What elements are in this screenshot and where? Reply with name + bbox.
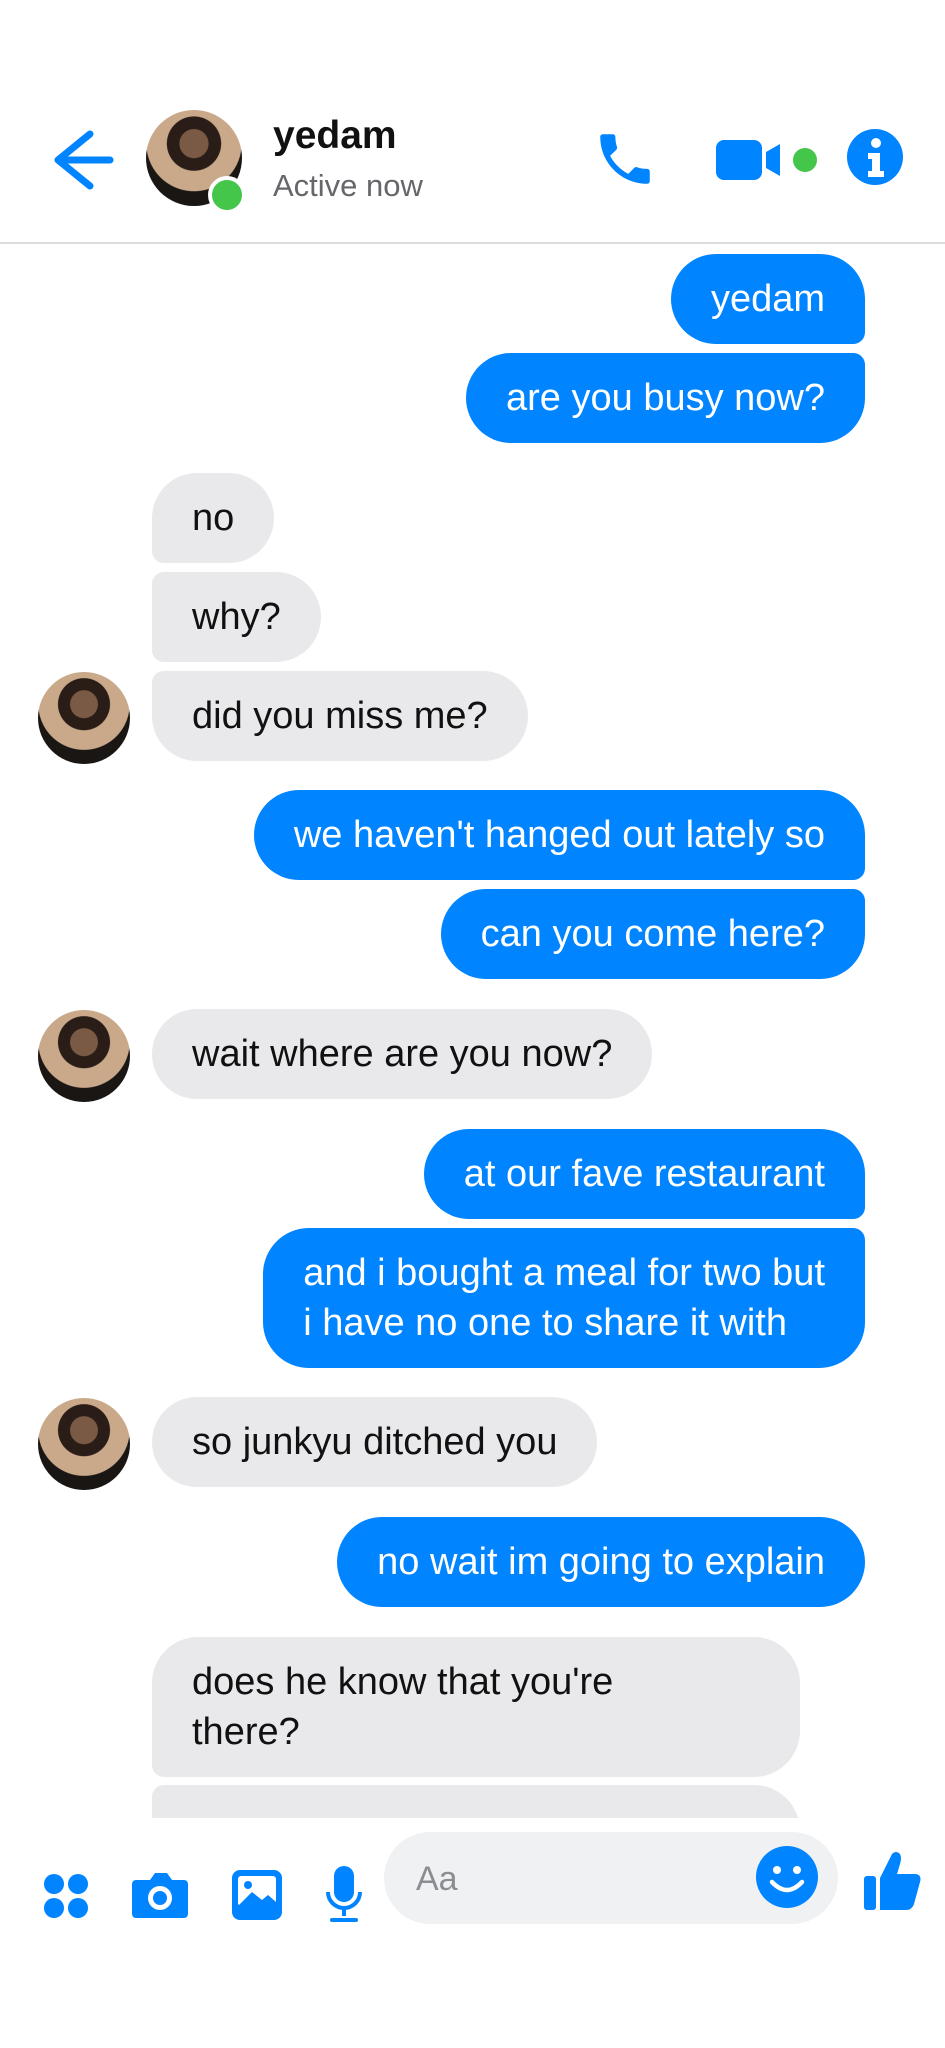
avatar[interactable] xyxy=(38,1398,130,1490)
message-line: does he know that you're xyxy=(192,1661,614,1703)
message-bubble-sent[interactable]: at our fave restaurant xyxy=(423,1129,865,1219)
message-bubble-sent[interactable]: no wait im going to explain xyxy=(337,1517,865,1607)
composer-bar xyxy=(0,1818,945,2048)
smiley-icon[interactable] xyxy=(754,1844,820,1910)
phone-icon[interactable] xyxy=(590,126,660,192)
apps-icon[interactable] xyxy=(42,1872,90,1920)
message-bubble-received[interactable]: wait where are you now? xyxy=(152,1009,653,1099)
info-icon[interactable] xyxy=(846,128,904,186)
message-bubble-received[interactable]: no xyxy=(152,473,275,563)
message-bubble-received[interactable]: so junkyu ditched you xyxy=(152,1397,598,1487)
contact-name[interactable]: yedam xyxy=(273,114,397,158)
message-bubble-sent[interactable]: we haven't hanged out lately so xyxy=(253,790,865,880)
avatar[interactable] xyxy=(38,672,130,764)
message-bubble-received[interactable] xyxy=(152,1785,800,1818)
online-indicator xyxy=(208,176,246,214)
message-line: and i bought a meal for two but xyxy=(303,1252,825,1294)
message-bubble-received[interactable]: did you miss me? xyxy=(152,671,528,761)
message-bubble-received[interactable]: why? xyxy=(152,572,321,662)
message-line: there? xyxy=(192,1711,300,1753)
message-list[interactable]: yedam are you busy now? no why? did you … xyxy=(0,244,945,1818)
microphone-icon[interactable] xyxy=(324,1864,364,1924)
message-bubble-sent[interactable]: yedam xyxy=(670,254,865,344)
message-input-container[interactable] xyxy=(384,1832,838,1924)
camera-icon[interactable] xyxy=(130,1870,190,1920)
image-icon[interactable] xyxy=(230,1868,284,1922)
chat-header: yedam Active now xyxy=(0,0,945,244)
message-bubble-sent[interactable]: and i bought a meal for two but i have n… xyxy=(263,1228,865,1368)
active-status: Active now xyxy=(273,168,423,203)
thumbs-up-icon[interactable] xyxy=(862,1848,922,1912)
message-input[interactable] xyxy=(414,1850,718,1908)
arrow-left-icon[interactable] xyxy=(50,128,114,192)
message-line: i have no one to share it with xyxy=(303,1302,787,1344)
video-camera-icon[interactable] xyxy=(714,138,820,182)
message-bubble-sent[interactable]: can you come here? xyxy=(440,889,865,979)
message-bubble-received[interactable]: does he know that you're there? xyxy=(152,1637,800,1777)
avatar[interactable] xyxy=(38,1010,130,1102)
message-bubble-sent[interactable]: are you busy now? xyxy=(466,353,865,443)
